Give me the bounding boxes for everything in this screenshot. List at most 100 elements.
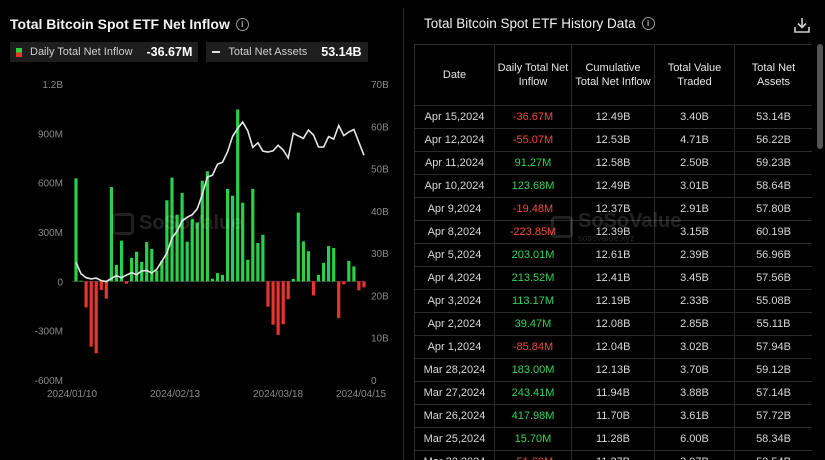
table-row[interactable]: Apr 10,2024 123.68M 12.49B 3.01B 58.64B: [414, 174, 812, 198]
table-row[interactable]: Apr 11,2024 91.27M 12.58B 2.50B 59.23B: [414, 151, 812, 175]
download-icon[interactable]: [793, 16, 811, 34]
table-cell: 2.85B: [654, 312, 735, 336]
table-cell: Apr 15,2024: [414, 105, 495, 129]
table-row[interactable]: Apr 3,2024 113.17M 12.19B 2.33B 55.08B: [414, 289, 812, 313]
inflow-bar: [99, 281, 103, 290]
table-row[interactable]: Apr 4,2024 213.52M 12.41B 3.45B 57.56B: [414, 266, 812, 290]
y-tick-label: 0: [57, 277, 63, 288]
net-inflow-chart[interactable]: 1.2B 900M 600M 300M 0 -300M -600M 70B 60B 50B 40B 3…: [0, 0, 398, 460]
inflow-bar: [362, 281, 366, 288]
y2-tick-label: 40B: [371, 207, 389, 218]
column-header: Cumulative Total Net Inflow: [571, 44, 655, 106]
table-cell: Apr 9,2024: [414, 197, 495, 221]
inflow-bar: [195, 222, 199, 282]
inflow-bar: [210, 278, 214, 282]
y-tick-label: -600M: [35, 376, 63, 387]
history-title-text: Total Bitcoin Spot ETF History Data: [424, 16, 636, 31]
table-cell: 12.49B: [571, 174, 655, 198]
history-table-container[interactable]: Date Daily Total Net Inflow Cumulative Tot…: [414, 44, 812, 460]
table-scrollbar[interactable]: [817, 44, 823, 149]
table-cell: 3.02B: [654, 335, 735, 359]
table-cell: Mar 22,2024: [414, 450, 495, 460]
table-row[interactable]: Apr 2,2024 39.47M 12.08B 2.85B 55.11B: [414, 312, 812, 336]
inflow-bar: [327, 246, 331, 282]
table-row[interactable]: Mar 26,2024 417.98M 11.70B 3.61B 57.72B: [414, 404, 812, 428]
table-cell: 11.27B: [571, 450, 655, 460]
net-inflow-chart-panel: Total Bitcoin Spot ETF Net Inflow i Dail…: [0, 0, 398, 460]
table-cell: 2.39B: [654, 243, 735, 267]
table-row[interactable]: Apr 1,2024 -85.84M 12.04B 3.02B 57.94B: [414, 335, 812, 359]
table-cell: Mar 26,2024: [414, 404, 495, 428]
table-cell: 3.07B: [654, 450, 735, 460]
table-row[interactable]: Apr 15,2024 -36.67M 12.49B 3.40B 53.14B: [414, 105, 812, 129]
table-cell: Apr 11,2024: [414, 151, 495, 175]
total-net-assets-line: [75, 120, 365, 283]
inflow-bar: [89, 281, 93, 347]
table-row[interactable]: Mar 27,2024 243.41M 11.94B 3.88B 57.14B: [414, 381, 812, 405]
table-row[interactable]: Apr 12,2024 -55.07M 12.53B 4.71B 56.22B: [414, 128, 812, 152]
table-row[interactable]: Apr 9,2024 -19.48M 12.37B 2.91B 57.80B: [414, 197, 812, 221]
table-cell: 2.50B: [654, 151, 735, 175]
inflow-bar: [271, 281, 275, 325]
inflow-bar: [296, 212, 300, 282]
table-cell: 57.14B: [734, 381, 812, 405]
table-cell: -19.48M: [494, 197, 572, 221]
table-cell: 59.12B: [734, 358, 812, 382]
table-cell: 12.04B: [571, 335, 655, 359]
table-row[interactable]: Mar 25,2024 15.70M 11.28B 6.00B 58.34B: [414, 427, 812, 451]
x-tick-label: 2024/03/18: [253, 389, 303, 400]
inflow-bar: [185, 241, 189, 282]
table-row[interactable]: Mar 22,2024-51.60M11.27B3.07B52.54B: [414, 450, 812, 460]
y-tick-label: 600M: [38, 179, 63, 190]
table-cell: 113.17M: [494, 289, 572, 313]
table-row[interactable]: Apr 5,2024 203.01M 12.61B 2.39B 56.96B: [414, 243, 812, 267]
x-tick-label: 2024/04/15: [336, 389, 386, 400]
column-header: Total Value Traded: [654, 44, 735, 106]
inflow-bar: [180, 192, 184, 282]
info-icon[interactable]: i: [641, 17, 655, 30]
table-cell: 12.61B: [571, 243, 655, 267]
inflow-bar: [276, 281, 280, 335]
inflow-bar: [291, 278, 295, 282]
inflow-bar: [220, 274, 225, 282]
inflow-bar: [347, 260, 351, 282]
table-cell: 56.22B: [734, 128, 812, 152]
inflow-bar: [286, 281, 290, 300]
table-cell: Apr 5,2024: [414, 243, 495, 267]
table-cell: 213.52M: [494, 266, 572, 290]
y-tick-label: 300M: [38, 228, 63, 239]
table-cell: Apr 12,2024: [414, 128, 495, 152]
table-cell: 91.27M: [494, 151, 572, 175]
inflow-bar: [109, 187, 113, 282]
table-cell: 3.01B: [654, 174, 735, 198]
inflow-bar: [231, 195, 235, 282]
table-cell: 15.70M: [494, 427, 572, 451]
column-header: Date: [414, 44, 495, 106]
table-cell: 58.64B: [734, 174, 812, 198]
table-cell: Apr 8,2024: [414, 220, 495, 244]
table-cell: 12.13B: [571, 358, 655, 382]
history-data-panel: Total Bitcoin Spot ETF History Data i Da…: [406, 0, 825, 460]
table-cell: 12.49B: [571, 105, 655, 129]
inflow-bar: [205, 171, 209, 282]
inflow-bar: [145, 241, 149, 282]
table-row[interactable]: Mar 28,2024 183.00M 12.13B 3.70B 59.12B: [414, 358, 812, 382]
table-cell: -85.84M: [494, 335, 572, 359]
table-row[interactable]: Apr 8,2024 -223.85M 12.39B 3.15B 60.19B: [414, 220, 812, 244]
table-cell: Apr 10,2024: [414, 174, 495, 198]
inflow-bar: [337, 281, 341, 319]
table-cell: 55.08B: [734, 289, 812, 313]
inflow-bar: [311, 281, 316, 296]
inflow-bar: [256, 243, 260, 282]
inflow-bar: [322, 262, 326, 282]
y2-tick-label: 0: [371, 376, 377, 387]
table-cell: Mar 25,2024: [414, 427, 495, 451]
table-cell: 12.37B: [571, 197, 655, 221]
table-cell: 58.34B: [734, 427, 812, 451]
inflow-bar: [104, 281, 108, 299]
table-cell: Apr 4,2024: [414, 266, 495, 290]
y-tick-label: -300M: [35, 327, 63, 338]
inflow-bar: [352, 266, 356, 282]
y-tick-label: 1.2B: [42, 80, 63, 91]
table-cell: 60.19B: [734, 220, 812, 244]
